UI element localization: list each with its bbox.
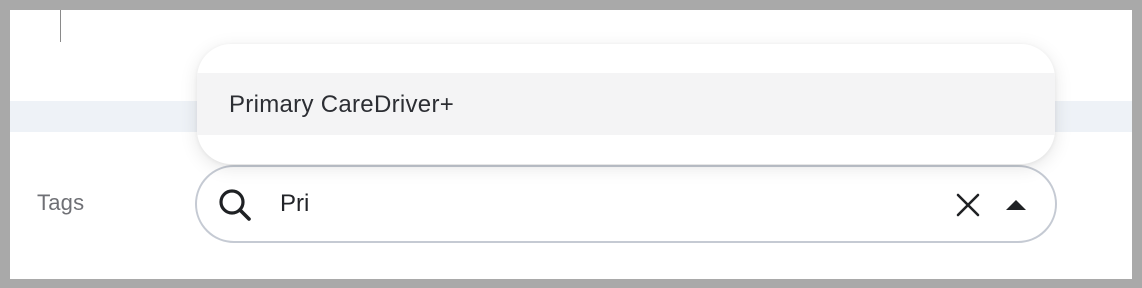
search-icon — [217, 187, 253, 223]
tags-label: Tags — [37, 190, 85, 215]
tags-dropdown-menu: Primary CareDriver+ — [197, 44, 1055, 164]
dropdown-option-label: Primary CareDriver+ — [229, 91, 455, 118]
tags-select[interactable] — [195, 165, 1057, 243]
caret-up-icon[interactable] — [1003, 193, 1029, 217]
tags-search-input[interactable] — [280, 186, 880, 222]
close-icon[interactable] — [953, 190, 983, 220]
dropdown-option[interactable]: Primary CareDriver+ — [197, 73, 1055, 135]
vertical-divider — [60, 10, 61, 42]
